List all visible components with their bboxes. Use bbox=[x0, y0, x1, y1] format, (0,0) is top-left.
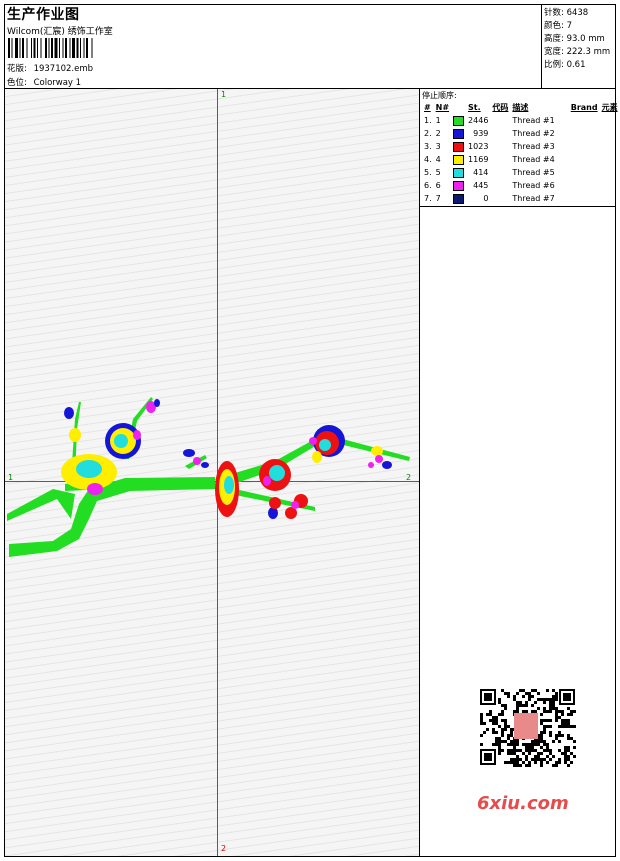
header-panel: 生产作业图 Wilcom(汇宸) 绣饰工作室 花版: 1937102.emb 色… bbox=[5, 5, 542, 89]
color-swatch bbox=[453, 128, 465, 139]
color-swatch bbox=[453, 167, 465, 178]
row-code bbox=[490, 192, 510, 205]
row-index: 4. bbox=[424, 155, 432, 164]
color-swatch bbox=[453, 154, 465, 165]
row-code bbox=[490, 114, 510, 127]
colorway-row: 色位: Colorway 1 bbox=[7, 76, 81, 88]
row-swatch bbox=[451, 114, 466, 127]
row-needle: 3 bbox=[435, 142, 441, 151]
thread-row: 2. 2 939 Thread #2 bbox=[422, 127, 620, 140]
row-stitches: 1169 bbox=[468, 155, 489, 164]
color-count: 颜色: 7 bbox=[544, 21, 572, 31]
row-needle: 5 bbox=[435, 168, 441, 177]
row-code bbox=[490, 179, 510, 192]
col-description: 描述 bbox=[512, 103, 529, 112]
embroidery-design bbox=[7, 397, 410, 557]
studio-name: Wilcom(汇宸) 绣饰工作室 bbox=[7, 27, 113, 37]
thread-row: 1. 1 2446 Thread #1 bbox=[422, 114, 620, 127]
color-swatch bbox=[453, 115, 465, 126]
row-index: 1. bbox=[424, 116, 432, 125]
page-title: 生产作业图 bbox=[7, 7, 80, 23]
row-index: 7. bbox=[424, 194, 432, 203]
stats-panel: 针数: 6438 颜色: 7 高度: 93.0 mm 宽度: 222.3 mm … bbox=[542, 5, 615, 89]
col-element: 元素 bbox=[601, 103, 618, 112]
col-index: # bbox=[424, 103, 431, 112]
row-needle: 2 bbox=[435, 129, 441, 138]
row-description: Thread #4 bbox=[512, 155, 555, 164]
row-swatch bbox=[451, 153, 466, 166]
row-index: 5. bbox=[424, 168, 432, 177]
design-width: 宽度: 222.3 mm bbox=[544, 47, 611, 57]
col-code: 代码 bbox=[492, 103, 509, 112]
row-description: Thread #1 bbox=[512, 116, 555, 125]
thread-row: 7. 7 0 Thread #7 bbox=[422, 192, 620, 205]
watermark-logo: 6xiu.com bbox=[477, 793, 569, 814]
thread-rows: 1. 1 2446 Thread #1 2. 2 939 Thread #2 3. 3 1023 Th… bbox=[422, 114, 620, 205]
row-stitches: 2446 bbox=[468, 116, 489, 125]
flower-center bbox=[215, 461, 239, 517]
row-needle: 4 bbox=[435, 155, 441, 164]
colorway-label: 色位: bbox=[7, 78, 27, 88]
row-needle: 6 bbox=[435, 181, 441, 190]
col-stitches: St. bbox=[468, 103, 481, 112]
row-code bbox=[490, 127, 510, 140]
row-stitches: 1023 bbox=[468, 142, 489, 151]
thread-table-panel: 停止顺序: # N# St. 代码 描述 Brand 元素 1. 1 2446 Thr… bbox=[420, 89, 618, 207]
row-swatch bbox=[451, 166, 466, 179]
color-swatch bbox=[453, 141, 465, 152]
design-file-label: 花版: bbox=[7, 64, 27, 74]
stitch-count: 针数: 6438 bbox=[544, 8, 589, 18]
thread-row: 3. 3 1023 Thread #3 bbox=[422, 140, 620, 153]
flower-upper bbox=[105, 423, 141, 459]
qr-code-icon bbox=[470, 685, 585, 770]
thread-row: 4. 4 1169 Thread #4 bbox=[422, 153, 620, 166]
row-code bbox=[490, 166, 510, 179]
row-description: Thread #5 bbox=[512, 168, 555, 177]
row-code bbox=[490, 153, 510, 166]
flower-right bbox=[309, 425, 345, 463]
row-swatch bbox=[451, 127, 466, 140]
row-needle: 1 bbox=[435, 116, 441, 125]
row-stitches: 445 bbox=[473, 181, 489, 190]
color-swatch bbox=[453, 193, 465, 204]
row-description: Thread #6 bbox=[512, 181, 555, 190]
row-index: 6. bbox=[424, 181, 432, 190]
row-description: Thread #7 bbox=[512, 194, 555, 203]
design-height: 高度: 93.0 mm bbox=[544, 34, 605, 44]
col-swatch bbox=[451, 101, 466, 114]
barcode-icon bbox=[8, 38, 93, 58]
thread-table-header: # N# St. 代码 描述 Brand 元素 bbox=[422, 101, 620, 114]
row-stitches: 939 bbox=[473, 129, 489, 138]
design-canvas: 1 1 2 2 bbox=[5, 89, 420, 856]
flower-middle bbox=[259, 459, 308, 519]
thread-table: # N# St. 代码 描述 Brand 元素 1. 1 2446 Thread #1… bbox=[422, 101, 620, 205]
row-swatch bbox=[451, 179, 466, 192]
row-index: 2. bbox=[424, 129, 432, 138]
row-code bbox=[490, 140, 510, 153]
row-index: 3. bbox=[424, 142, 432, 151]
stop-sequence-heading: 停止顺序: bbox=[422, 91, 457, 100]
design-scale: 比例: 0.61 bbox=[544, 60, 586, 70]
thread-row: 6. 6 445 Thread #6 bbox=[422, 179, 620, 192]
colorway-value: Colorway 1 bbox=[33, 78, 82, 88]
design-file-row: 花版: 1937102.emb bbox=[7, 62, 93, 74]
row-stitches: 0 bbox=[483, 194, 489, 203]
buds-far-right bbox=[368, 446, 392, 469]
production-sheet: 生产作业图 Wilcom(汇宸) 绣饰工作室 花版: 1937102.emb 色… bbox=[4, 4, 618, 857]
thread-row: 5. 5 414 Thread #5 bbox=[422, 166, 620, 179]
design-file-value: 1937102.emb bbox=[33, 64, 94, 74]
row-stitches: 414 bbox=[473, 168, 489, 177]
row-swatch bbox=[451, 192, 466, 205]
row-swatch bbox=[451, 140, 466, 153]
row-needle: 7 bbox=[435, 194, 441, 203]
col-brand: Brand bbox=[570, 103, 598, 112]
row-description: Thread #2 bbox=[512, 129, 555, 138]
row-description: Thread #3 bbox=[512, 142, 555, 151]
col-needle: N# bbox=[435, 103, 450, 112]
color-swatch bbox=[453, 180, 465, 191]
